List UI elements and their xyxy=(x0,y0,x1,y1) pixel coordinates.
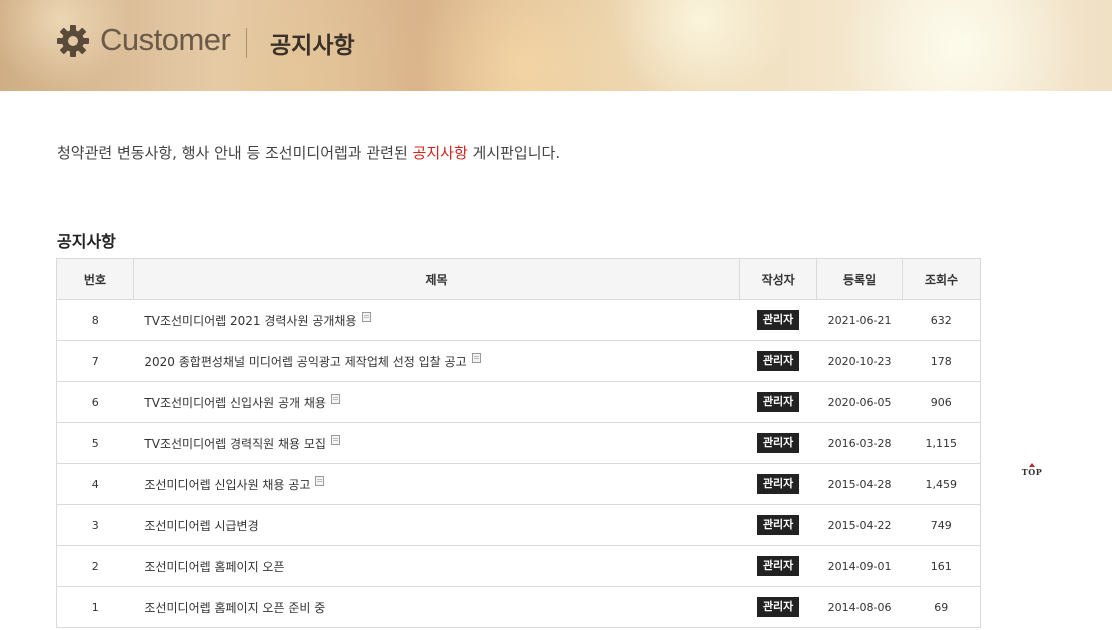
row-author-cell: 관리자 xyxy=(739,463,817,505)
attachment-icon xyxy=(330,393,340,404)
table-header-row: 번호 제목 작성자 등록일 조회수 xyxy=(56,258,981,300)
row-views: 1,459 xyxy=(902,463,981,505)
header-number: 번호 xyxy=(56,258,134,300)
row-number: 5 xyxy=(56,422,134,464)
brand-title: Customer xyxy=(100,22,231,57)
notice-table: 번호 제목 작성자 등록일 조회수 8 TV조선미디어렙 2021 경력사원 공개… xyxy=(56,258,981,628)
top-label: TOP xyxy=(1021,467,1043,477)
row-title-cell: TV조선미디어렙 신입사원 공개 채용 xyxy=(133,381,740,423)
header-divider xyxy=(246,28,247,58)
intro-highlight: 공지사항 xyxy=(412,144,468,162)
row-title-cell: 2020 종합편성채널 미디어렙 공익광고 제작업체 선정 입찰 공고 xyxy=(133,340,740,382)
intro-text-after: 게시판입니다. xyxy=(467,144,561,162)
row-title-cell: 조선미디어렙 홈페이지 오픈 준비 중 xyxy=(133,586,740,628)
table-row[interactable]: 2 조선미디어렙 홈페이지 오픈 관리자 2014-09-01 161 xyxy=(56,545,981,587)
author-badge: 관리자 xyxy=(756,515,800,535)
row-views: 161 xyxy=(902,545,981,587)
row-author-cell: 관리자 xyxy=(739,504,817,546)
row-author-cell: 관리자 xyxy=(739,381,817,423)
row-author-cell: 관리자 xyxy=(739,422,817,464)
row-views: 906 xyxy=(902,381,981,423)
row-title-link[interactable]: 조선미디어렙 홈페이지 오픈 준비 중 xyxy=(144,601,325,615)
row-title-link[interactable]: 조선미디어렙 신입사원 채용 공고 xyxy=(144,478,310,492)
attachment-icon xyxy=(361,311,371,322)
row-number: 8 xyxy=(56,299,134,341)
author-badge: 관리자 xyxy=(756,597,800,617)
table-row[interactable]: 6 TV조선미디어렙 신입사원 공개 채용 관리자 2020-06-05 906 xyxy=(56,381,981,423)
header-author: 작성자 xyxy=(739,258,818,300)
row-views: 178 xyxy=(902,340,981,382)
table-row[interactable]: 8 TV조선미디어렙 2021 경력사원 공개채용 관리자 2021-06-21 632 xyxy=(56,299,981,341)
row-views: 749 xyxy=(902,504,981,546)
author-badge: 관리자 xyxy=(756,556,800,576)
author-badge: 관리자 xyxy=(756,392,800,412)
author-badge: 관리자 xyxy=(756,474,800,494)
row-date: 2021-06-21 xyxy=(816,299,903,341)
row-views: 1,115 xyxy=(902,422,981,464)
row-title-link[interactable]: 2020 종합편성채널 미디어렙 공익광고 제작업체 선정 입찰 공고 xyxy=(144,355,466,369)
row-title-cell: TV조선미디어렙 경력직원 채용 모집 xyxy=(133,422,740,464)
scroll-top-button[interactable]: TOP xyxy=(1019,463,1045,477)
row-title-cell: 조선미디어렙 시급변경 xyxy=(133,504,740,546)
row-title-link[interactable]: TV조선미디어렙 경력직원 채용 모집 xyxy=(144,437,326,451)
row-number: 7 xyxy=(56,340,134,382)
row-title-link[interactable]: 조선미디어렙 홈페이지 오픈 xyxy=(144,560,284,574)
row-title-cell: TV조선미디어렙 2021 경력사원 공개채용 xyxy=(133,299,740,341)
page-title: 공지사항 xyxy=(270,33,355,59)
row-views: 69 xyxy=(902,586,981,628)
row-date: 2020-06-05 xyxy=(816,381,903,423)
intro-text-before: 청약관련 변동사항, 행사 안내 등 조선미디어렙과 관련된 xyxy=(57,144,413,162)
row-author-cell: 관리자 xyxy=(739,299,817,341)
section-title: 공지사항 xyxy=(57,232,116,251)
author-badge: 관리자 xyxy=(756,351,800,371)
header-views: 조회수 xyxy=(902,258,981,300)
attachment-icon xyxy=(471,352,481,363)
table-row[interactable]: 5 TV조선미디어렙 경력직원 채용 모집 관리자 2016-03-28 1,115 xyxy=(56,422,981,464)
row-date: 2015-04-22 xyxy=(816,504,903,546)
row-date: 2014-08-06 xyxy=(816,586,903,628)
row-author-cell: 관리자 xyxy=(739,586,817,628)
table-row[interactable]: 3 조선미디어렙 시급변경 관리자 2015-04-22 749 xyxy=(56,504,981,546)
row-number: 1 xyxy=(56,586,134,628)
row-title-link[interactable]: TV조선미디어렙 2021 경력사원 공개채용 xyxy=(144,314,356,328)
row-date: 2015-04-28 xyxy=(816,463,903,505)
row-title-link[interactable]: TV조선미디어렙 신입사원 공개 채용 xyxy=(144,396,326,410)
attachment-icon xyxy=(330,434,340,445)
row-author-cell: 관리자 xyxy=(739,545,817,587)
header-date: 등록일 xyxy=(816,258,904,300)
row-date: 2020-10-23 xyxy=(816,340,903,382)
table-row[interactable]: 7 2020 종합편성채널 미디어렙 공익광고 제작업체 선정 입찰 공고 관리자 2… xyxy=(56,340,981,382)
row-author-cell: 관리자 xyxy=(739,340,817,382)
table-row[interactable]: 4 조선미디어렙 신입사원 채용 공고 관리자 2015-04-28 1,459 xyxy=(56,463,981,505)
row-title-link[interactable]: 조선미디어렙 시급변경 xyxy=(144,519,258,533)
table-row[interactable]: 1 조선미디어렙 홈페이지 오픈 준비 중 관리자 2014-08-06 69 xyxy=(56,586,981,628)
row-views: 632 xyxy=(902,299,981,341)
row-number: 4 xyxy=(56,463,134,505)
row-number: 6 xyxy=(56,381,134,423)
author-badge: 관리자 xyxy=(756,310,800,330)
attachment-icon xyxy=(315,475,325,486)
row-number: 2 xyxy=(56,545,134,587)
author-badge: 관리자 xyxy=(756,433,800,453)
row-date: 2014-09-01 xyxy=(816,545,903,587)
row-date: 2016-03-28 xyxy=(816,422,903,464)
gear-icon xyxy=(57,25,89,57)
header-title: 제목 xyxy=(132,258,741,300)
row-title-cell: 조선미디어렙 신입사원 채용 공고 xyxy=(133,463,740,505)
intro-text: 청약관련 변동사항, 행사 안내 등 조선미디어렙과 관련된 공지사항 게시판입… xyxy=(57,142,560,163)
header-banner: Customer 공지사항 xyxy=(0,0,1112,91)
row-number: 3 xyxy=(56,504,134,546)
row-title-cell: 조선미디어렙 홈페이지 오픈 xyxy=(133,545,740,587)
